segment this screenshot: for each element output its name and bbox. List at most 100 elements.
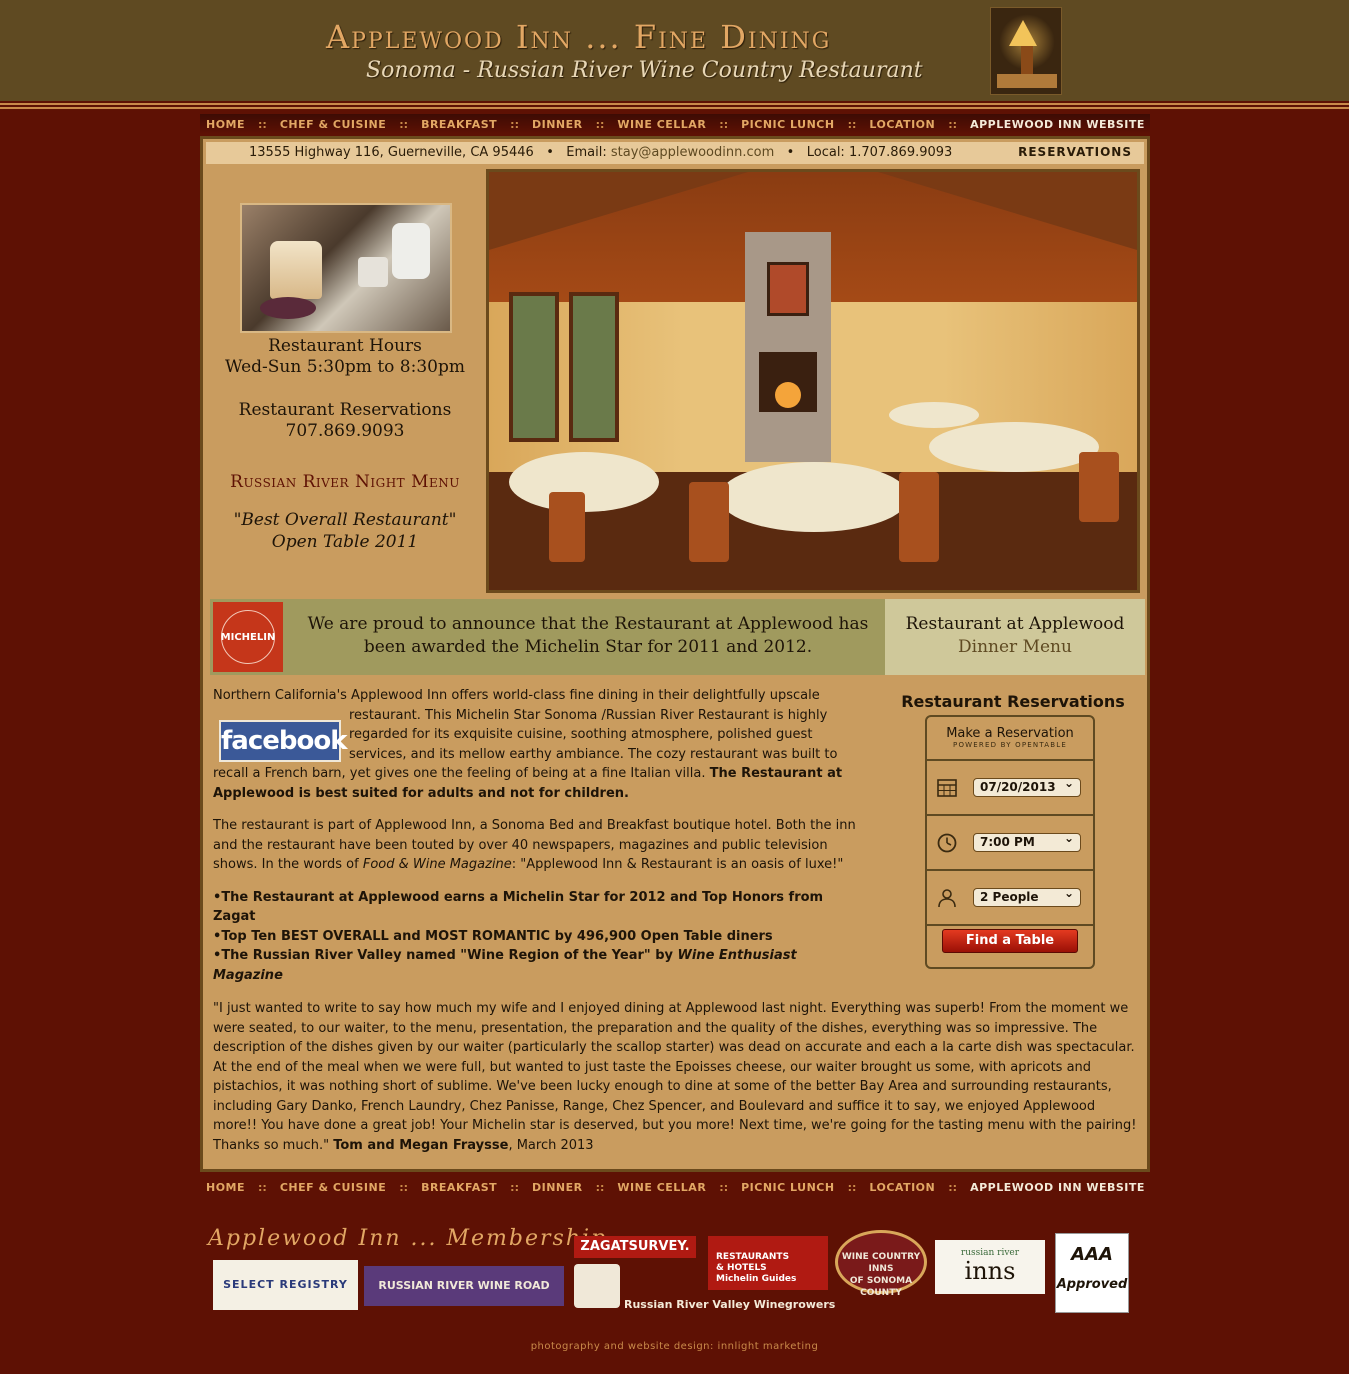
history-paragraph: The restaurant is part of Applewood Inn,… xyxy=(213,816,868,875)
lamp-image xyxy=(990,7,1062,95)
testimonial-author: Tom and Megan Fraysse xyxy=(333,1137,509,1153)
wcsc-line-1: WINE COUNTRY xyxy=(841,1252,921,1262)
winegrowers-label[interactable]: Russian River Valley Winegrowers xyxy=(624,1298,835,1311)
powered-by: POWERED BY OPENTABLE xyxy=(953,741,1067,749)
cake-shape xyxy=(270,241,322,299)
nav-chef-cuisine[interactable]: CHEF & CUISINE xyxy=(280,118,386,131)
site-header: Applewood Inn ... Fine Dining Sonoma - R… xyxy=(0,0,1349,101)
lamp-base xyxy=(1021,46,1033,74)
nav-separator: :: xyxy=(399,1180,409,1194)
hours-title: Restaurant Hours xyxy=(268,336,422,356)
nav-separator: :: xyxy=(595,1180,605,1194)
accolades-list: The Restaurant at Applewood earns a Mich… xyxy=(213,888,868,986)
aaa-text: AAA xyxy=(1071,1244,1113,1265)
nav-inn-website[interactable]: APPLEWOOD INN WEBSITE xyxy=(970,1181,1145,1194)
top-nav: HOME :: CHEF & CUISINE :: BREAKFAST :: D… xyxy=(200,114,1150,134)
michelin-announcement: We are proud to announce that the Restau… xyxy=(307,614,869,657)
intro-paragraph: Northern California's Applewood Inn offe… xyxy=(213,686,868,803)
winegrowers-badge-icon[interactable] xyxy=(574,1264,620,1308)
russian-river-inns-logo[interactable]: russian river inns xyxy=(935,1240,1045,1294)
bottom-nav: HOME :: CHEF & CUISINE :: BREAKFAST :: D… xyxy=(200,1177,1150,1197)
testimonial-date: , March 2013 xyxy=(508,1137,594,1153)
nav-chef-cuisine[interactable]: CHEF & CUISINE xyxy=(280,1181,386,1194)
testimonial: "I just wanted to write to say how much … xyxy=(213,999,1143,1155)
intro-text: Northern California's Applewood Inn offe… xyxy=(213,686,868,985)
membership-section: Applewood Inn ... Membership SELECT REGI… xyxy=(205,1226,1140,1318)
main-content: 13555 Highway 116, Guerneville, CA 95446… xyxy=(200,136,1150,1172)
nav-separator: :: xyxy=(719,117,729,131)
night-menu-link[interactable]: Russian River Night Menu xyxy=(206,472,484,492)
accolade-item: The Russian River Valley named "Wine Reg… xyxy=(213,946,868,985)
testimonial-text: "I just wanted to write to say how much … xyxy=(213,1001,1137,1153)
photo-chair xyxy=(689,482,729,562)
time-select[interactable]: 7:00 PM xyxy=(973,831,1081,852)
photo-window xyxy=(569,292,619,442)
email-link[interactable]: stay@applewoodinn.com xyxy=(611,145,774,160)
contact-info: 13555 Highway 116, Guerneville, CA 95446… xyxy=(249,145,952,160)
find-table-button[interactable]: Find a Table xyxy=(942,929,1078,953)
reservation-title: Restaurant Reservations xyxy=(901,692,1125,711)
person-icon xyxy=(938,889,956,908)
award-quote: "Best Overall Restaurant" Open Table 201… xyxy=(206,509,484,553)
reservations-phone: 707.869.9093 xyxy=(285,421,405,441)
nav-location[interactable]: LOCATION xyxy=(869,118,935,131)
nav-breakfast[interactable]: BREAKFAST xyxy=(421,1181,497,1194)
michelin-logo-text: MICHELIN xyxy=(220,632,276,643)
nav-home[interactable]: HOME xyxy=(206,1181,245,1194)
footer-credit[interactable]: photography and website design: innlight… xyxy=(0,1341,1349,1352)
date-select[interactable]: 07/20/2013 xyxy=(973,776,1081,797)
history-quote: : "Applewood Inn & Restaurant is an oasi… xyxy=(511,857,844,872)
nav-picnic-lunch[interactable]: PICNIC LUNCH xyxy=(741,1181,834,1194)
hours-value: Wed-Sun 5:30pm to 8:30pm xyxy=(225,357,465,377)
select-registry-logo[interactable]: SELECT REGISTRY xyxy=(213,1260,358,1310)
photo-table xyxy=(929,422,1099,472)
email-label: Email: xyxy=(566,145,607,160)
nav-dinner[interactable]: DINNER xyxy=(532,1181,583,1194)
hours-block: Restaurant Hours Wed-Sun 5:30pm to 8:30p… xyxy=(206,336,484,464)
nav-separator: :: xyxy=(510,1180,519,1194)
dinner-menu-link[interactable]: Restaurant at Applewood Dinner Menu xyxy=(885,599,1145,675)
nav-separator: :: xyxy=(847,117,857,131)
approved-text: Approved xyxy=(1056,1277,1128,1292)
nav-location[interactable]: LOCATION xyxy=(869,1181,935,1194)
michelin-guides-logo[interactable]: RESTAURANTS & HOTELS Michelin Guides xyxy=(708,1236,828,1290)
lamp-shade xyxy=(1009,20,1037,46)
nav-breakfast[interactable]: BREAKFAST xyxy=(421,118,497,131)
photo-chair xyxy=(1079,452,1119,522)
nav-inn-website[interactable]: APPLEWOOD INN WEBSITE xyxy=(970,118,1145,131)
award-line-2: Open Table 2011 xyxy=(271,532,419,552)
wine-country-inns-logo[interactable]: WINE COUNTRY INNS OF SONOMA COUNTY xyxy=(835,1230,927,1298)
nav-home[interactable]: HOME xyxy=(206,118,245,131)
party-row: 2 People xyxy=(927,871,1093,926)
nav-dinner[interactable]: DINNER xyxy=(532,118,583,131)
aaa-approved-logo[interactable]: AAA Approved xyxy=(1055,1233,1129,1313)
dining-room-photo xyxy=(486,169,1140,593)
address: 13555 Highway 116, Guerneville, CA 95446 xyxy=(249,145,534,160)
nav-separator: :: xyxy=(258,117,267,131)
bullet: • xyxy=(786,145,795,160)
photo-fire xyxy=(775,382,801,408)
nav-separator: :: xyxy=(510,117,519,131)
time-row: 7:00 PM xyxy=(927,816,1093,871)
zagat-logo[interactable]: ZAGATSURVEY. xyxy=(574,1236,696,1258)
dinner-menu-label: Dinner Menu xyxy=(958,637,1072,657)
food-wine-magazine: Food & Wine Magazine xyxy=(362,857,512,872)
russian-river-wine-road-logo[interactable]: RUSSIAN RIVER WINE ROAD xyxy=(364,1266,564,1306)
wcsc-line-2: INNS xyxy=(868,1264,894,1274)
facebook-link[interactable]: facebook xyxy=(219,719,348,762)
nav-separator: :: xyxy=(719,1180,729,1194)
accolade-item: Top Ten BEST OVERALL and MOST ROMANTIC b… xyxy=(213,927,868,947)
rh-line-3: Michelin Guides xyxy=(716,1274,797,1284)
reservations-link[interactable]: RESERVATIONS xyxy=(1018,145,1132,159)
party-size-select[interactable]: 2 People xyxy=(973,886,1081,907)
nav-picnic-lunch[interactable]: PICNIC LUNCH xyxy=(741,118,834,131)
local-phone: Local: 1.707.869.9093 xyxy=(806,145,953,160)
membership-title: Applewood Inn ... Membership xyxy=(208,1226,608,1251)
nav-wine-cellar[interactable]: WINE CELLAR xyxy=(617,1181,706,1194)
header-divider xyxy=(0,101,1349,115)
widget-title: Make a Reservation xyxy=(946,726,1074,741)
site-subtitle: Sonoma - Russian River Wine Country Rest… xyxy=(366,58,923,83)
nav-wine-cellar[interactable]: WINE CELLAR xyxy=(617,118,706,131)
wcsc-line-3: OF SONOMA COUNTY xyxy=(849,1276,913,1298)
photo-table xyxy=(889,402,979,428)
